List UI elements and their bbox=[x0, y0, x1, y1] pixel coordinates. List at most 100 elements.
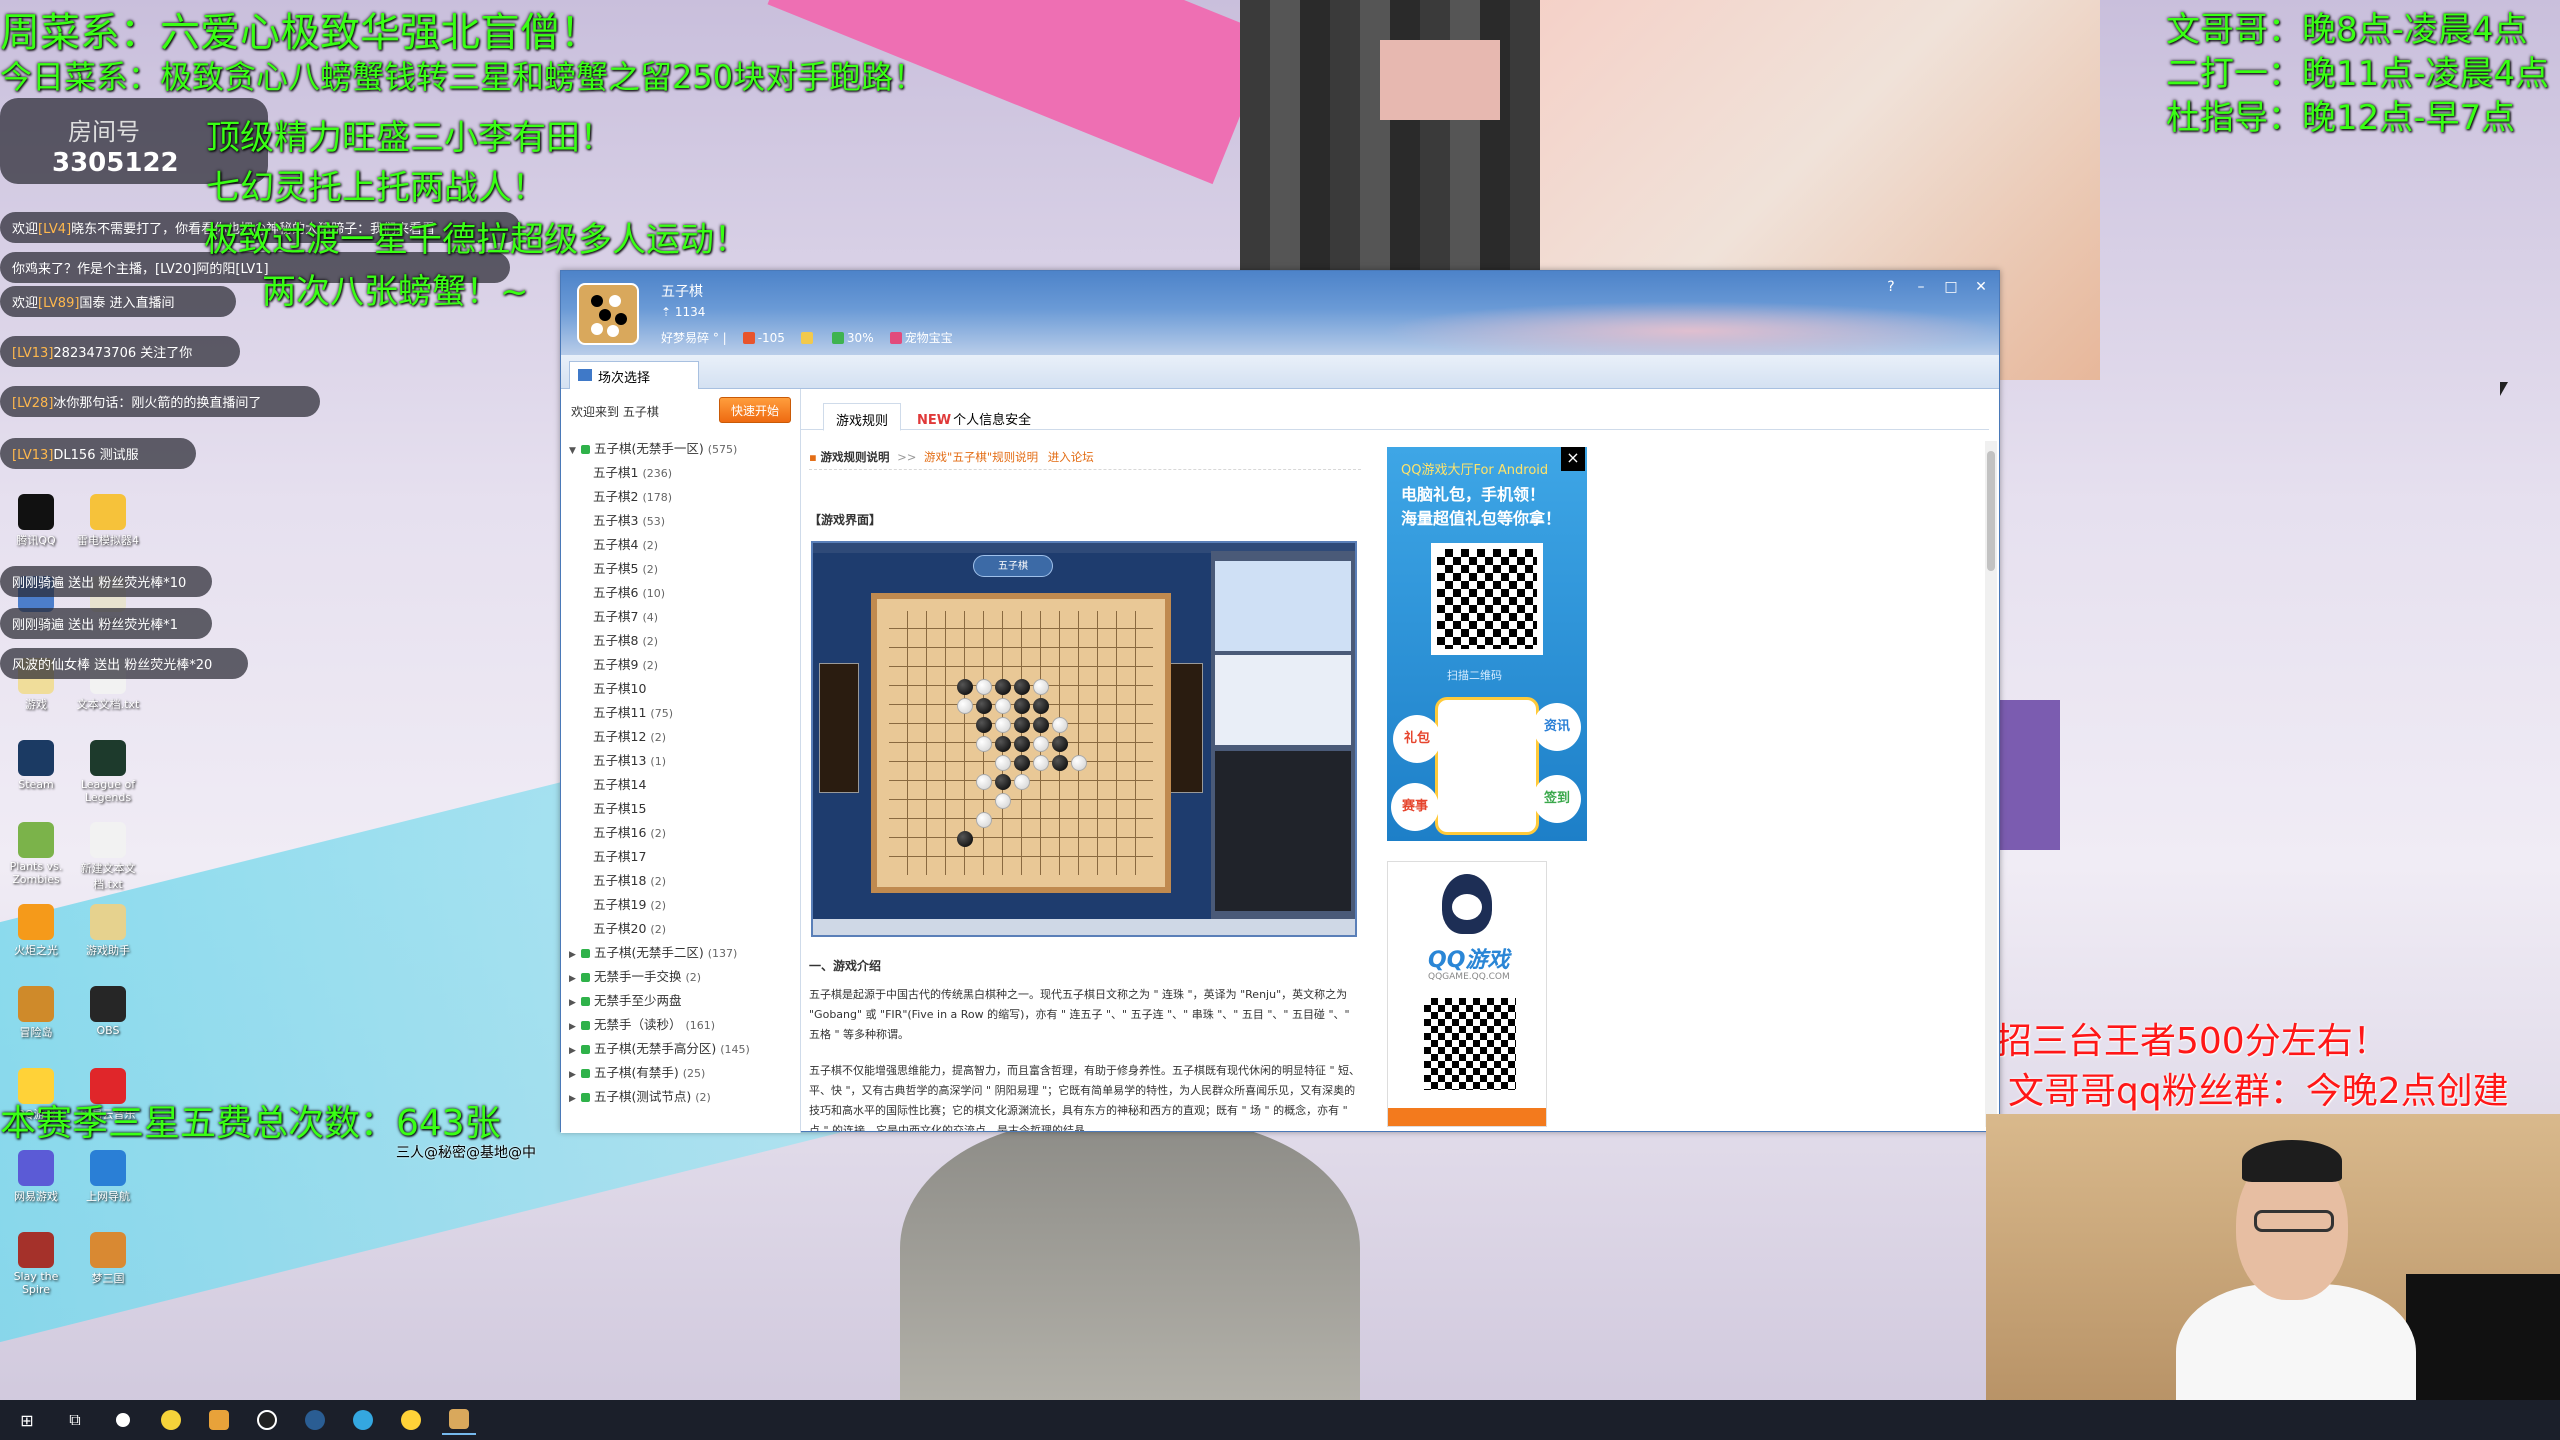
text-file-desktop-shortcut[interactable]: 新建文本文档.txt bbox=[76, 822, 140, 892]
dream3-desktop-shortcut[interactable]: 梦三国 bbox=[76, 1232, 140, 1286]
taskbar-qqgame-icon[interactable] bbox=[394, 1405, 428, 1435]
room-item[interactable]: 五子棋17 bbox=[569, 845, 797, 869]
room-group[interactable]: ▶ 五子棋(无禁手二区) (137) bbox=[569, 941, 797, 965]
room-group[interactable]: ▶ 无禁手至少两盘 bbox=[569, 989, 797, 1013]
room-item[interactable]: 五子棋3 (53) bbox=[569, 509, 797, 533]
tab-game-rules[interactable]: 游戏规则 bbox=[823, 403, 902, 431]
qq-desktop-shortcut[interactable]: 腾讯QQ bbox=[4, 494, 68, 548]
tab-room-select[interactable]: 场次选择 bbox=[569, 361, 699, 389]
help-icon[interactable]: ? bbox=[1881, 277, 1901, 297]
black-stone bbox=[1014, 698, 1030, 714]
taskbar-app-2-icon[interactable] bbox=[154, 1405, 188, 1435]
room-item[interactable]: 五子棋20 (2) bbox=[569, 917, 797, 941]
content-scrollbar[interactable] bbox=[1985, 441, 1997, 1127]
tab-info-security[interactable]: NEW 个人信息安全 bbox=[905, 403, 1043, 431]
torchlight-desktop-shortcut[interactable]: 火炬之光 bbox=[4, 904, 68, 958]
taskbar-gomoku-icon[interactable] bbox=[442, 1405, 476, 1435]
room-item[interactable]: 五子棋7 (4) bbox=[569, 605, 797, 629]
ad-line-2: 海量超值礼包等你拿！ bbox=[1401, 509, 1562, 528]
room-item[interactable]: 五子棋19 (2) bbox=[569, 893, 797, 917]
pvz-icon bbox=[18, 822, 54, 858]
room-group[interactable]: ▶ 五子棋(无禁手高分区) (145) bbox=[569, 1037, 797, 1061]
room-list-pane: 欢迎来到 五子棋 快速开始 ▼ 五子棋(无禁手一区) (575) 五子棋1 (236) 五… bbox=[561, 389, 801, 1133]
collapsed-arrow-icon[interactable]: ▶ bbox=[569, 1087, 581, 1111]
room-item[interactable]: 五子棋15 bbox=[569, 797, 797, 821]
room-group[interactable]: ▼ 五子棋(无禁手一区) (575) bbox=[569, 437, 797, 461]
room-item[interactable]: 五子棋2 (178) bbox=[569, 485, 797, 509]
room-label: 五子棋2 bbox=[593, 489, 639, 504]
maple-desktop-shortcut[interactable]: 冒险岛 bbox=[4, 986, 68, 1040]
room-count: (236) bbox=[642, 467, 673, 480]
collapsed-arrow-icon[interactable]: ▶ bbox=[569, 1039, 581, 1063]
room-item[interactable]: 五子棋10 bbox=[569, 677, 797, 701]
scrollbar-thumb[interactable] bbox=[1987, 451, 1995, 571]
taskbar-app-1-icon[interactable] bbox=[106, 1405, 140, 1435]
room-item[interactable]: 五子棋12 (2) bbox=[569, 725, 797, 749]
task-view-icon[interactable]: ⧉ bbox=[58, 1405, 92, 1435]
taskbar-app-3-icon[interactable] bbox=[202, 1405, 236, 1435]
room-item[interactable]: 五子棋4 (2) bbox=[569, 533, 797, 557]
qqgame-ad[interactable]: QQ游戏 QQGAME.QQ.COM bbox=[1387, 861, 1547, 1127]
overlay-caption: 三人@秘密@基地@中 bbox=[396, 1145, 536, 1161]
room-item[interactable]: 五子棋18 (2) bbox=[569, 869, 797, 893]
maximize-icon[interactable]: □ bbox=[1941, 277, 1961, 297]
white-stone bbox=[1014, 774, 1030, 790]
minimize-icon[interactable]: – bbox=[1911, 277, 1931, 297]
ad-close-button[interactable]: × bbox=[1561, 447, 1585, 471]
room-item[interactable]: 五子棋14 bbox=[569, 773, 797, 797]
pet-link[interactable]: 宠物宝宝 bbox=[889, 329, 953, 346]
room-item[interactable]: 五子棋6 (10) bbox=[569, 581, 797, 605]
desktop-icon-label: 腾讯QQ bbox=[16, 534, 56, 547]
quick-start-button[interactable]: 快速开始 bbox=[719, 397, 791, 423]
helper-desktop-shortcut[interactable]: 游戏助手 bbox=[76, 904, 140, 958]
room-item[interactable]: 五子棋5 (2) bbox=[569, 557, 797, 581]
ie-desktop-shortcut[interactable]: 上网导航 bbox=[76, 1150, 140, 1204]
taskbar-steam-icon[interactable] bbox=[298, 1405, 332, 1435]
room-count: (75) bbox=[650, 707, 673, 720]
scan-label: 扫描二维码 bbox=[1447, 669, 1502, 682]
room-count: (25) bbox=[682, 1067, 706, 1080]
steam-desktop-shortcut[interactable]: Steam bbox=[4, 740, 68, 791]
room-item[interactable]: 五子棋1 (236) bbox=[569, 461, 797, 485]
room-label: 五子棋6 bbox=[593, 585, 639, 600]
side-panel-list bbox=[1215, 655, 1351, 745]
collapsed-arrow-icon[interactable]: ▶ bbox=[569, 943, 581, 967]
netease-game-desktop-shortcut[interactable]: 网易游戏 bbox=[4, 1150, 68, 1204]
qq-game-window: 五子棋 ⇡ 1134 好梦易碎 ° | -105 30% 宠物宝宝 ? – □ … bbox=[560, 270, 2000, 1133]
desktop-icon-label: 梦三国 bbox=[91, 1272, 125, 1285]
collapsed-arrow-icon[interactable]: ▶ bbox=[569, 967, 581, 991]
white-stone bbox=[995, 793, 1011, 809]
tab-info-security-label: 个人信息安全 bbox=[953, 413, 1032, 428]
room-group[interactable]: ▶ 无禁手（读秒） (161) bbox=[569, 1013, 797, 1037]
overlay-red-line-2: 文哥哥qq粉丝群：今晚2点创建 bbox=[2008, 1071, 2509, 1112]
room-group[interactable]: ▶ 五子棋(测试节点) (2) bbox=[569, 1085, 797, 1109]
ldplayer-desktop-shortcut[interactable]: 雷电模拟器4 bbox=[76, 494, 140, 548]
collapsed-arrow-icon[interactable]: ▶ bbox=[569, 1063, 581, 1087]
desktop-icon-label: 火炬之光 bbox=[14, 944, 58, 957]
room-status-icon bbox=[581, 445, 590, 454]
pvz-desktop-shortcut[interactable]: Plants vs. Zombies bbox=[4, 822, 68, 886]
lol-desktop-shortcut[interactable]: League of Legends bbox=[76, 740, 140, 804]
room-item[interactable]: 五子棋9 (2) bbox=[569, 653, 797, 677]
room-item[interactable]: 五子棋8 (2) bbox=[569, 629, 797, 653]
collapsed-arrow-icon[interactable]: ▶ bbox=[569, 991, 581, 1015]
room-item[interactable]: 五子棋16 (2) bbox=[569, 821, 797, 845]
close-icon[interactable]: ✕ bbox=[1971, 277, 1991, 297]
room-group[interactable]: ▶ 五子棋(有禁手) (25) bbox=[569, 1061, 797, 1085]
taskbar-browser-icon[interactable] bbox=[346, 1405, 380, 1435]
forum-link[interactable]: 进入论坛 bbox=[1048, 450, 1094, 464]
desktop-icon-label: 游戏助手 bbox=[86, 944, 130, 957]
slay-spire-desktop-shortcut[interactable]: Slay the Spire bbox=[4, 1232, 68, 1296]
room-item[interactable]: 五子棋13 (1) bbox=[569, 749, 797, 773]
room-group[interactable]: ▶ 无禁手一手交换 (2) bbox=[569, 965, 797, 989]
breadcrumb-root[interactable]: 游戏规则说明 bbox=[820, 450, 889, 464]
android-ad-banner[interactable]: QQ游戏大厅For Android 电脑礼包，手机领！ 海量超值礼包等你拿！ 扫… bbox=[1387, 447, 1587, 841]
desktop-icon-label: 文本文档.txt bbox=[76, 698, 140, 711]
obs-desktop-shortcut[interactable]: OBS bbox=[76, 986, 140, 1037]
expanded-arrow-icon[interactable]: ▼ bbox=[569, 439, 581, 463]
black-stone bbox=[1052, 755, 1068, 771]
room-item[interactable]: 五子棋11 (75) bbox=[569, 701, 797, 725]
collapsed-arrow-icon[interactable]: ▶ bbox=[569, 1015, 581, 1039]
windows-start-icon[interactable]: ⊞ bbox=[10, 1405, 44, 1435]
taskbar-obs-icon[interactable] bbox=[250, 1405, 284, 1435]
